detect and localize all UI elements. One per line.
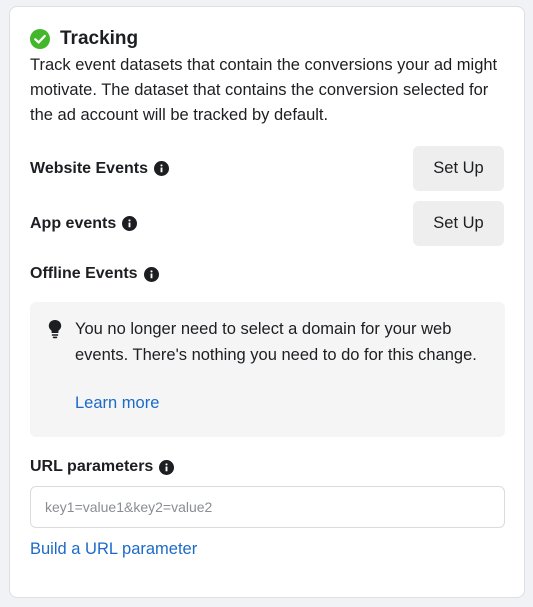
lightbulb-icon xyxy=(47,319,63,339)
url-parameters-label: URL parameters xyxy=(30,458,154,475)
info-icon[interactable] xyxy=(143,266,159,282)
tracking-card: Tracking Track event datasets that conta… xyxy=(9,6,525,598)
website-events-label: Website Events xyxy=(30,159,148,177)
app-events-label: App events xyxy=(30,214,117,232)
tracking-header: Tracking xyxy=(30,28,138,50)
website-events-setup-button[interactable]: Set Up xyxy=(413,146,504,191)
section-title: Tracking xyxy=(60,28,139,49)
offline-events-row: Offline Events xyxy=(30,265,504,283)
info-icon[interactable] xyxy=(153,161,169,176)
info-icon[interactable] xyxy=(159,459,175,475)
tracking-description: Track event datasets that contain the co… xyxy=(30,56,498,124)
info-icon[interactable] xyxy=(122,216,138,231)
learn-more-link[interactable]: Learn more xyxy=(75,394,159,413)
app-events-setup-button[interactable]: Set Up xyxy=(413,201,504,246)
app-events-row: App events Set Up xyxy=(30,201,504,246)
notice-text: You no longer need to select a domain fo… xyxy=(75,320,477,364)
website-events-label-group: Website Events xyxy=(30,160,169,178)
app-events-label-group: App events xyxy=(30,214,138,233)
offline-events-label: Offline Events xyxy=(30,265,138,282)
domain-notice: You no longer need to select a domain fo… xyxy=(30,302,505,437)
url-parameters-input[interactable] xyxy=(30,486,505,528)
website-events-row: Website Events Set Up xyxy=(30,146,504,191)
offline-events-label-group: Offline Events xyxy=(30,265,159,283)
url-parameters-label-group: URL parameters xyxy=(30,458,175,476)
check-circle-icon xyxy=(30,29,50,49)
build-url-parameter-link[interactable]: Build a URL parameter xyxy=(30,540,197,559)
